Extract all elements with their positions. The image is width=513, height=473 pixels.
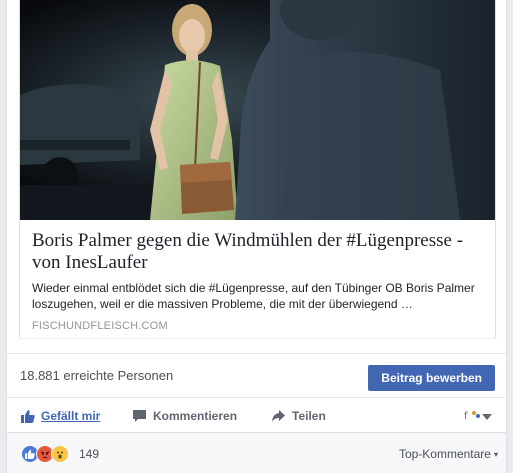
like-button[interactable]: Gefällt mir (21, 407, 100, 425)
wow-icon (51, 445, 69, 463)
chevron-down-icon (482, 411, 492, 423)
share-button[interactable]: Teilen (271, 407, 326, 425)
reaction-icons[interactable] (21, 445, 69, 463)
caret-down-icon: ▾ (493, 449, 498, 459)
like-label: Gefällt mir (41, 409, 101, 423)
comment-sort-dropdown[interactable]: Top-Kommentare ▾ (399, 447, 498, 461)
share-label: Teilen (292, 409, 326, 423)
comment-icon (132, 409, 147, 423)
page-avatar-icon: f (464, 409, 482, 424)
share-icon (271, 409, 286, 423)
reactions-bar: 149 Top-Kommentare ▾ (7, 432, 506, 473)
preview-domain: FISCHUNDFLEISCH.COM (32, 320, 168, 332)
reach-row: 18.881 erreichte Personen Beitrag bewerb… (7, 353, 506, 398)
audience-selector[interactable]: f (464, 409, 492, 424)
boost-post-button[interactable]: Beitrag bewerben (368, 365, 495, 391)
reaction-count[interactable]: 149 (79, 447, 99, 461)
post-card: Boris Palmer gegen die Windmühlen der #L… (6, 0, 507, 473)
action-bar: Gefällt mir Kommentieren Teilen f (7, 398, 506, 432)
comment-label: Kommentieren (153, 409, 238, 423)
comment-button[interactable]: Kommentieren (132, 407, 237, 425)
preview-title[interactable]: Boris Palmer gegen die Windmühlen der #L… (32, 230, 488, 274)
thumbs-up-icon (21, 409, 35, 423)
comment-sort-label: Top-Kommentare (398, 447, 491, 461)
svg-text:f: f (464, 411, 468, 421)
preview-image[interactable] (20, 0, 495, 220)
preview-description: Wieder einmal entblödet sich die #Lügenp… (32, 281, 475, 311)
link-preview[interactable]: Boris Palmer gegen die Windmühlen der #L… (19, 0, 496, 338)
reach-text[interactable]: 18.881 erreichte Personen (20, 368, 173, 383)
preview-text[interactable]: Boris Palmer gegen die Windmühlen der #L… (20, 220, 495, 338)
